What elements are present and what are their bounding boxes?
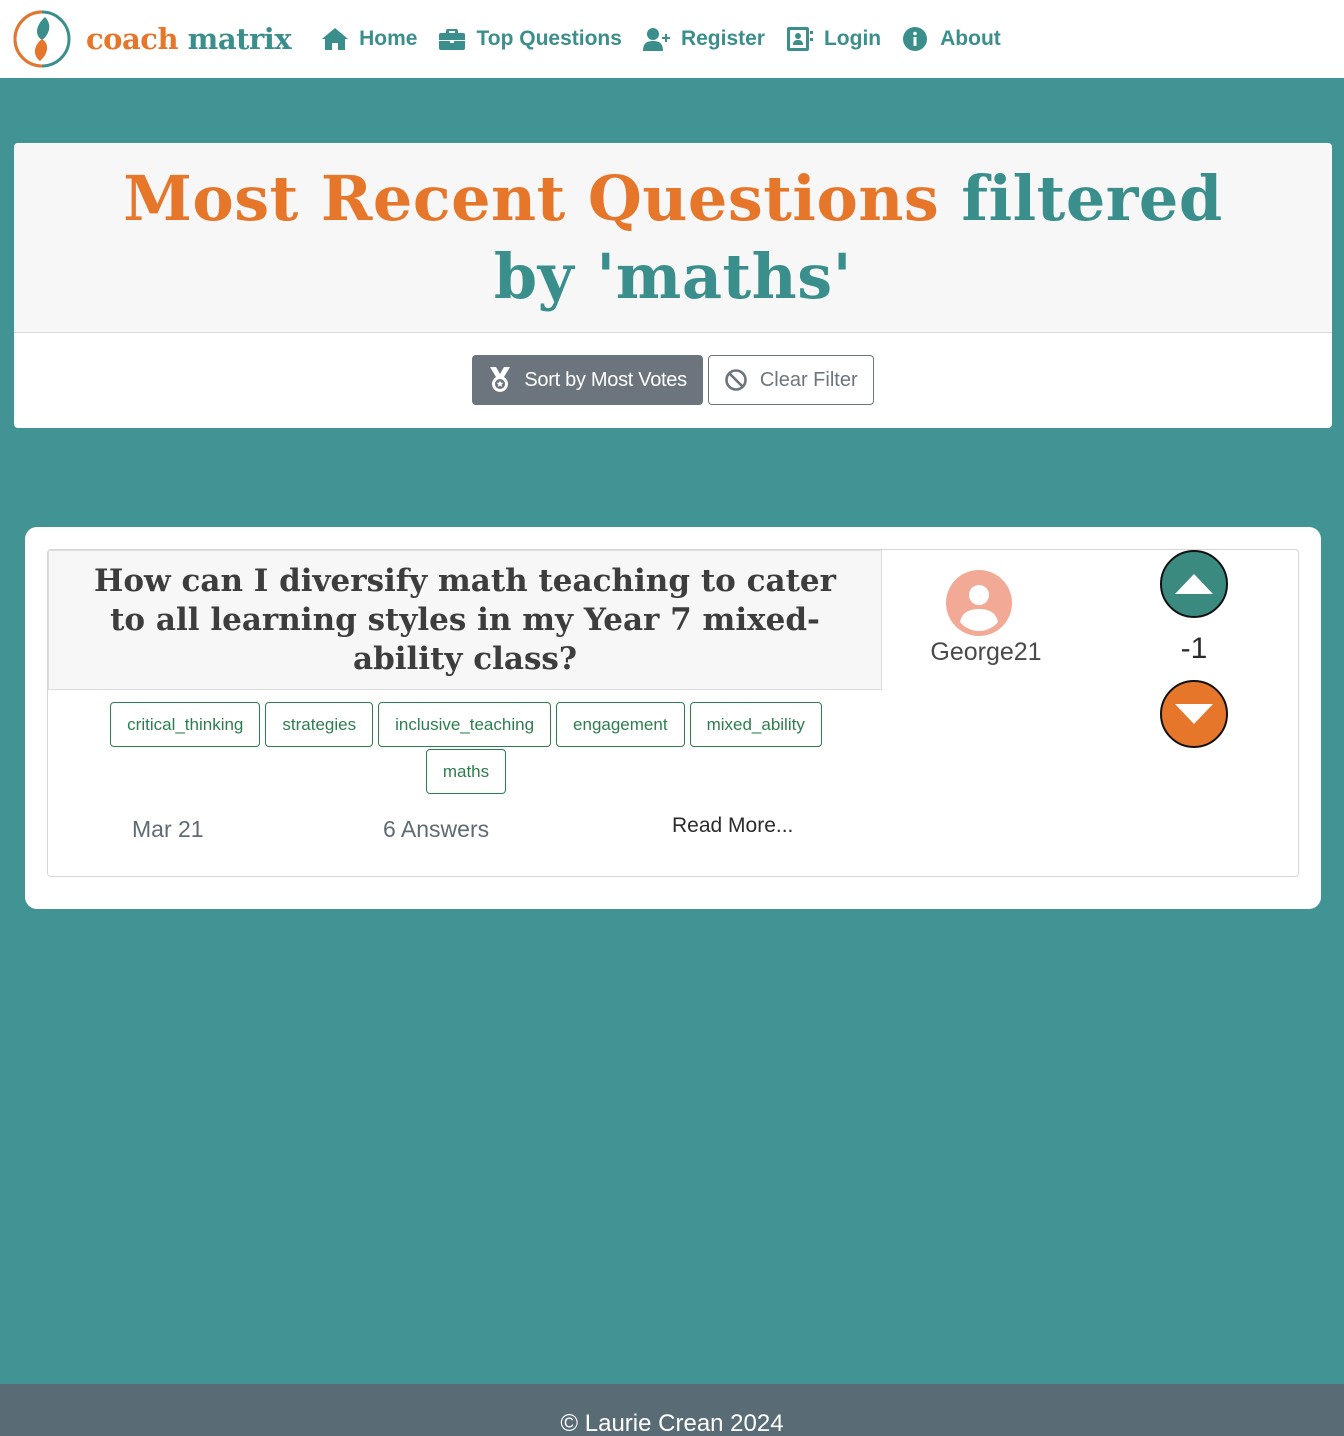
page-title: Most Recent Questions filtered by 'maths… bbox=[83, 160, 1263, 316]
nav-home-label: Home bbox=[359, 27, 418, 50]
answer-count: 6 Answers bbox=[383, 816, 490, 842]
question-title-box: How can I diversify math teaching to cat… bbox=[48, 550, 882, 690]
tag-critical-thinking[interactable]: critical_thinking bbox=[110, 702, 261, 747]
upvote-button[interactable] bbox=[1160, 550, 1228, 618]
nav-top-questions[interactable]: Top Questions bbox=[438, 26, 622, 52]
clear-filter-label: Clear Filter bbox=[759, 368, 858, 391]
nav-home[interactable]: Home bbox=[321, 26, 417, 52]
nav-register-label: Register bbox=[680, 27, 765, 50]
user-plus-icon bbox=[642, 28, 670, 51]
nav-links: Home Top Questions Register Login About bbox=[321, 26, 1022, 52]
navbar: coach matrix Home Top Questions Register… bbox=[0, 0, 1344, 78]
brand-name-part2: matrix bbox=[187, 22, 292, 56]
question-date: Mar 21 bbox=[132, 816, 204, 842]
sort-by-votes-button[interactable]: Sort by Most Votes bbox=[472, 355, 703, 405]
filter-header-banner: Most Recent Questions filtered by 'maths… bbox=[14, 143, 1332, 333]
nav-top-questions-label: Top Questions bbox=[476, 27, 622, 50]
filter-actions: Sort by Most Votes Clear Filter bbox=[14, 333, 1332, 427]
briefcase-icon bbox=[439, 29, 466, 50]
brand-link[interactable]: coach matrix bbox=[12, 9, 292, 69]
brand-name-part1: coach bbox=[86, 22, 179, 56]
question-tags: critical_thinking strategies inclusive_t… bbox=[78, 702, 854, 794]
footer: © Laurie Crean 2024 bbox=[0, 1384, 1344, 1436]
contact-book-icon bbox=[786, 27, 813, 51]
vote-count: -1 bbox=[1180, 632, 1208, 665]
question-card: How can I diversify math teaching to cat… bbox=[47, 549, 1299, 877]
coach-matrix-logo-icon bbox=[13, 10, 71, 68]
nav-login[interactable]: Login bbox=[786, 26, 881, 52]
read-more-link[interactable]: Read More... bbox=[672, 814, 793, 838]
downvote-button[interactable] bbox=[1160, 680, 1228, 748]
tag-mixed-ability[interactable]: mixed_ability bbox=[689, 702, 822, 747]
page-title-highlight: Most Recent Questions bbox=[123, 161, 940, 235]
tag-engagement[interactable]: engagement bbox=[556, 702, 685, 747]
tag-inclusive-teaching[interactable]: inclusive_teaching bbox=[378, 702, 552, 747]
questions-list: How can I diversify math teaching to cat… bbox=[25, 527, 1321, 909]
tag-strategies[interactable]: strategies bbox=[265, 702, 374, 747]
nav-about-label: About bbox=[940, 27, 1001, 50]
footer-copyright: © Laurie Crean 2024 bbox=[560, 1410, 784, 1436]
info-icon bbox=[903, 27, 928, 51]
brand-name: coach matrix bbox=[86, 22, 292, 56]
question-author: George21 bbox=[930, 638, 1042, 666]
user-avatar-icon bbox=[946, 570, 1012, 636]
filter-header-card: Most Recent Questions filtered by 'maths… bbox=[14, 143, 1332, 428]
ban-icon bbox=[725, 369, 747, 391]
clear-filter-button[interactable]: Clear Filter bbox=[707, 355, 874, 405]
home-icon bbox=[322, 28, 349, 50]
caret-up-icon bbox=[1175, 574, 1213, 594]
nav-about[interactable]: About bbox=[902, 26, 1001, 52]
caret-down-icon bbox=[1175, 704, 1213, 724]
nav-login-label: Login bbox=[823, 27, 882, 50]
sort-by-votes-label: Sort by Most Votes bbox=[524, 368, 687, 391]
medal-icon bbox=[490, 367, 511, 392]
question-title[interactable]: How can I diversify math teaching to cat… bbox=[75, 562, 855, 679]
nav-register[interactable]: Register bbox=[642, 26, 765, 52]
tag-maths[interactable]: maths bbox=[425, 749, 507, 794]
